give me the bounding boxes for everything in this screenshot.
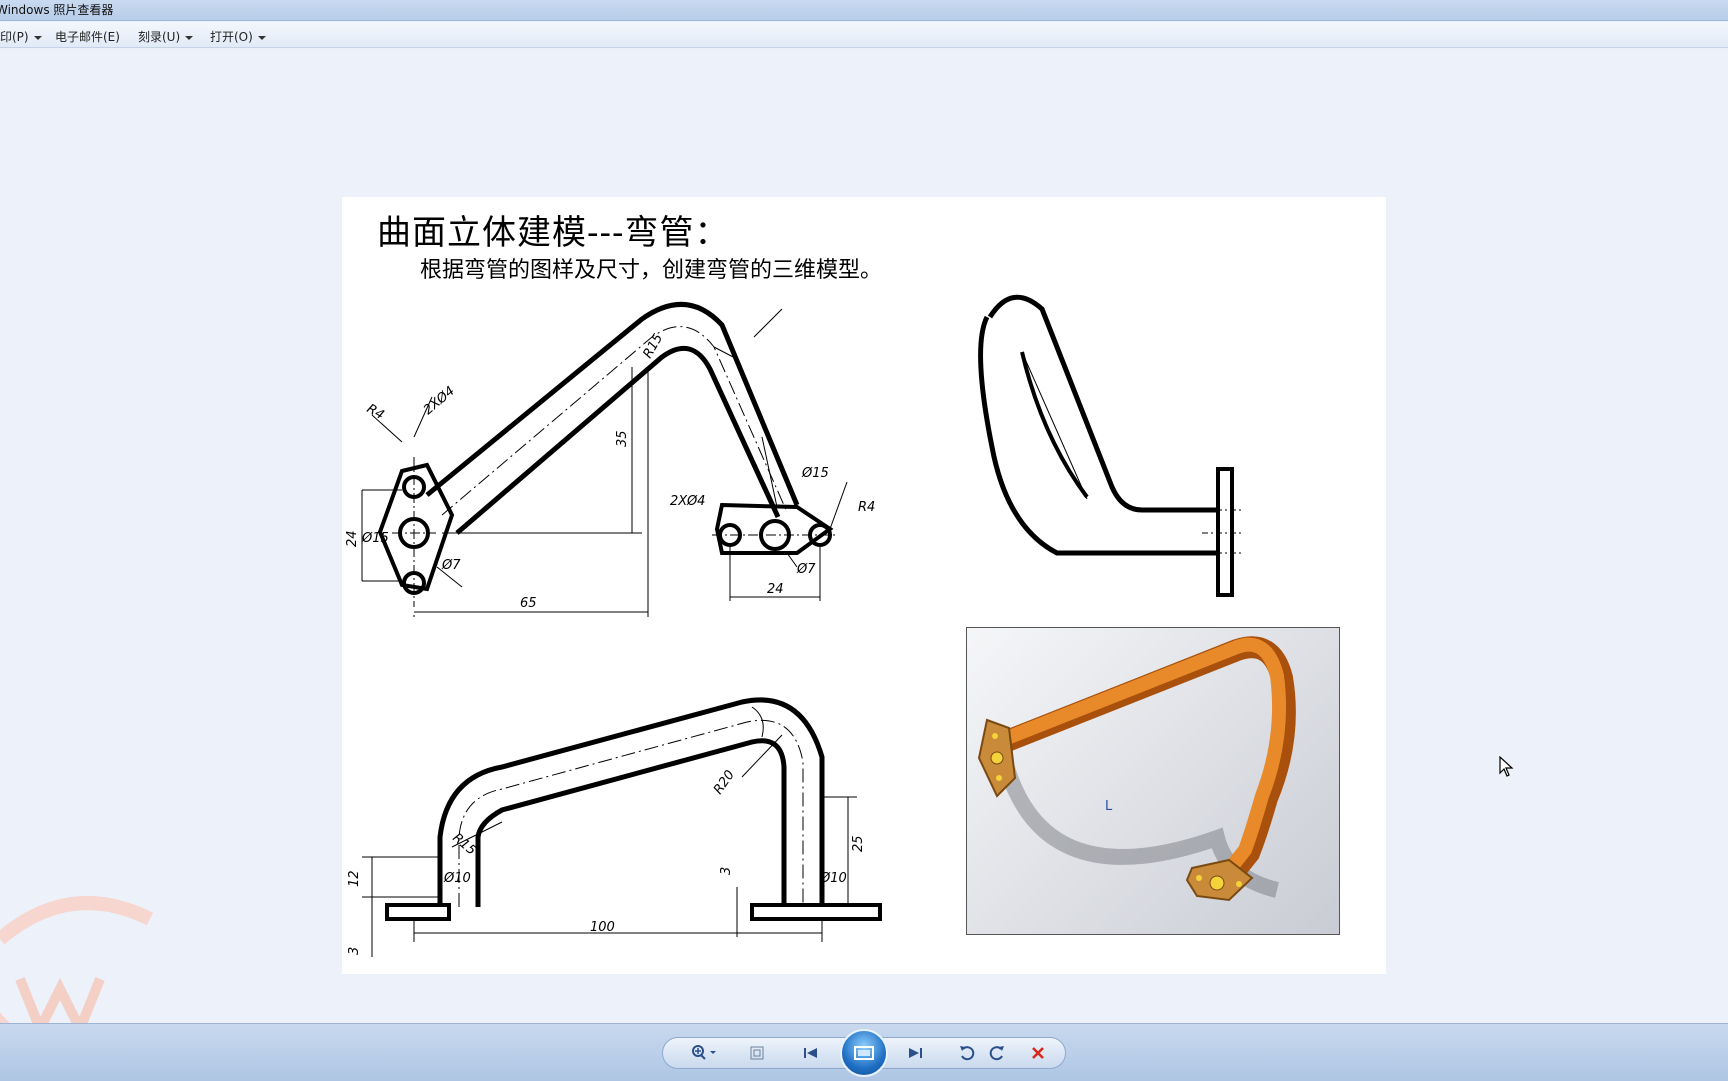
dim-24-right: 24: [767, 582, 784, 597]
dim-phi15-right: Ø15: [801, 466, 829, 481]
dim-35: 35: [615, 430, 630, 447]
render-mark: L: [1105, 799, 1113, 814]
fit-window-button[interactable]: [743, 1038, 771, 1068]
menu-burn[interactable]: 刻录(U): [138, 28, 194, 45]
rotate-left-button[interactable]: [953, 1038, 981, 1068]
pipe-3d-model: L: [977, 636, 1296, 902]
menu-email-label: 电子邮件(E): [55, 30, 120, 44]
top-view: [361, 302, 848, 617]
menu-print[interactable]: 印(P): [0, 28, 42, 45]
mouse-cursor-icon: [1499, 756, 1514, 777]
slideshow-icon: [854, 1046, 874, 1060]
delete-icon: [1032, 1047, 1044, 1059]
side-view: [978, 294, 1242, 597]
menu-open-label: 打开(O): [210, 30, 253, 44]
menu-burn-label: 刻录(U): [138, 30, 181, 44]
dim-r20: R20: [711, 768, 738, 798]
menu-open[interactable]: 打开(O): [210, 28, 266, 45]
menu-bar: 印(P) 电子邮件(E) 刻录(U) 打开(O): [0, 22, 1728, 48]
menu-print-label: 印(P): [0, 30, 29, 44]
dim-phi15-left: Ø15: [361, 531, 389, 546]
chevron-down-icon: [33, 35, 42, 40]
dim-phi10-left: Ø10: [443, 871, 471, 886]
displayed-photo: 曲面立体建模---弯管： 根据弯管的图样及尺寸，创建弯管的三维模型。 R4 2X…: [342, 197, 1386, 974]
dim-holes-right: 2XØ4: [670, 494, 705, 509]
zoom-icon: [692, 1045, 716, 1060]
navigation-controls: [662, 1029, 1066, 1077]
title-bar: Windows 照片查看器: [0, 0, 1728, 21]
dim-phi7-right: Ø7: [796, 562, 816, 577]
rotate-right-button[interactable]: [983, 1038, 1011, 1068]
dim-r4-right: R4: [858, 500, 875, 515]
previous-icon: [804, 1048, 817, 1058]
3d-render: L: [966, 627, 1340, 935]
rotate-left-icon: [960, 1046, 975, 1061]
next-icon: [909, 1048, 922, 1058]
dim-r4-left: R4: [364, 401, 386, 423]
dim-3-bottom: 3: [347, 947, 362, 955]
slideshow-button[interactable]: [840, 1029, 888, 1077]
rotate-right-icon: [989, 1046, 1004, 1061]
chevron-down-icon: [185, 35, 194, 40]
next-button[interactable]: [895, 1038, 935, 1068]
dim-phi10-right: Ø10: [819, 871, 847, 886]
dim-12: 12: [347, 870, 362, 887]
zoom-button[interactable]: [685, 1038, 723, 1068]
bottom-toolbar: [0, 1023, 1728, 1081]
dim-65: 65: [520, 596, 537, 611]
menu-email[interactable]: 电子邮件(E): [55, 28, 120, 45]
window-title: Windows 照片查看器: [0, 3, 114, 17]
fit-icon: [750, 1046, 764, 1060]
viewer-area: 曲面立体建模---弯管： 根据弯管的图样及尺寸，创建弯管的三维模型。 R4 2X…: [0, 49, 1728, 1056]
chevron-down-icon: [257, 35, 266, 40]
previous-button[interactable]: [791, 1038, 831, 1068]
dim-3-mid: 3: [719, 867, 734, 875]
front-view: [362, 697, 882, 957]
dim-24-left: 24: [345, 530, 360, 547]
dim-25: 25: [851, 835, 866, 852]
dim-holes-left: 2XØ4: [421, 384, 458, 418]
delete-button[interactable]: [1023, 1038, 1053, 1068]
dim-100: 100: [590, 920, 615, 935]
dim-phi7-left: Ø7: [441, 558, 461, 573]
dim-r15-bottom: R15: [449, 831, 478, 859]
